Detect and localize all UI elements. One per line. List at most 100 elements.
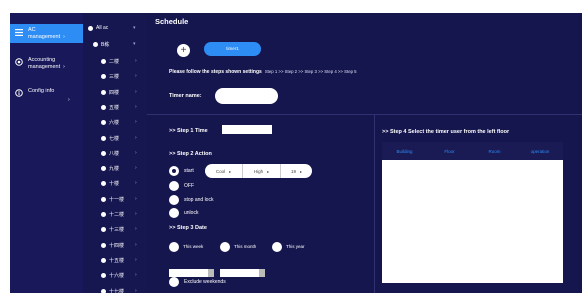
page-title: Schedule — [155, 17, 189, 26]
end-date-input[interactable] — [220, 269, 265, 277]
timer-user-table: Building Floor Room operation — [382, 142, 563, 283]
app-root: AC management › Accounting management › … — [0, 0, 582, 295]
date-this-week-label: This week — [183, 244, 204, 249]
nav-item-accounting[interactable]: Accounting management › — [10, 57, 83, 73]
col-room: Room — [488, 148, 501, 154]
tree-item-building[interactable]: B栋 — [93, 41, 109, 48]
tree-item-floor[interactable]: 十三楼 — [101, 226, 124, 233]
chevron-right-icon[interactable]: › — [135, 196, 137, 202]
tree-dot-icon — [101, 151, 106, 156]
tree-dot-icon — [101, 289, 106, 294]
tree-dot-icon — [101, 197, 106, 202]
tree-item-floor[interactable]: 十一楼 — [101, 196, 124, 203]
tree-dot-icon — [101, 74, 106, 79]
tree-item-floor[interactable]: 八楼 — [101, 150, 119, 157]
tree-item-floor[interactable]: 四楼 — [101, 89, 119, 96]
action-stop-lock-radio[interactable] — [169, 195, 179, 205]
start-settings-group: Cool ▸ High ▸ 19 ▸ — [205, 164, 312, 178]
date-this-year-radio[interactable] — [272, 242, 282, 252]
mode-select[interactable]: Cool ▸ — [205, 164, 243, 178]
tree-item-floor[interactable]: 二楼 — [101, 58, 119, 65]
tree-item-floor[interactable]: 十楼 — [101, 180, 119, 187]
info-icon — [15, 89, 23, 97]
action-start-radio[interactable] — [169, 166, 179, 176]
temp-select[interactable]: 19 ▸ — [281, 164, 312, 178]
chevron-right-icon[interactable]: › — [135, 242, 137, 248]
tree-item-floor[interactable]: 十五楼 — [101, 257, 124, 264]
exclude-weekends-radio[interactable] — [169, 277, 179, 287]
fan-value: High — [253, 168, 264, 174]
date-this-year-label: This year — [286, 244, 305, 249]
chevron-right-icon: › — [63, 34, 65, 40]
chevron-right-icon[interactable]: › — [135, 73, 137, 79]
nav-label-ac: AC management — [28, 27, 61, 40]
tree-item-floor[interactable]: 十六楼 — [101, 272, 124, 279]
tree-label: 十六楼 — [109, 273, 125, 279]
temp-value: 19 — [290, 168, 296, 174]
tree-label: 十四楼 — [109, 243, 125, 249]
tree-label: 十五楼 — [109, 258, 125, 264]
steps-hint: Step 1 >> Step 2 >> Step 3 >> Step 4 >> … — [264, 69, 357, 74]
chevron-down-icon[interactable]: ▾ — [133, 41, 136, 47]
action-off-radio[interactable] — [169, 181, 179, 191]
list-icon — [15, 28, 23, 36]
tree-label: 七楼 — [109, 136, 120, 142]
action-unlock-radio[interactable] — [169, 208, 179, 218]
tree-dot-icon — [101, 227, 106, 232]
add-timer-button[interactable]: + — [177, 44, 190, 57]
nav-item-ac-management[interactable]: AC management › — [10, 24, 83, 43]
chevron-right-icon: › — [68, 97, 70, 103]
chevron-right-icon[interactable]: › — [135, 211, 137, 217]
chevron-right-icon[interactable]: › — [135, 89, 137, 95]
tree-item-floor[interactable]: 十七楼 — [101, 288, 124, 295]
nav-label-accounting: Accounting management — [28, 57, 61, 70]
timer-tab[interactable]: timer1 — [204, 42, 261, 56]
date-this-week-radio[interactable] — [169, 242, 179, 252]
col-building: Building — [396, 148, 413, 154]
chevron-right-icon[interactable]: › — [135, 288, 137, 294]
chevron-down-icon[interactable]: ▾ — [133, 25, 136, 31]
tree-label: 八楼 — [109, 151, 120, 157]
chevron-right-icon[interactable]: › — [135, 226, 137, 232]
instruction-text: Please follow the steps shown settings St… — [169, 69, 357, 75]
nav-item-config-info[interactable]: Config info — [10, 88, 83, 104]
time-input[interactable] — [222, 125, 272, 134]
chevron-right-icon[interactable]: › — [135, 58, 137, 64]
start-date-input[interactable] — [169, 269, 214, 277]
tree-item-floor[interactable]: 三楼 — [101, 73, 119, 80]
tree-item-floor[interactable]: 十四楼 — [101, 242, 124, 249]
caret-right-icon: ▸ — [229, 168, 232, 174]
tree-item-all-ac[interactable]: All ac — [88, 25, 108, 31]
vertical-divider — [374, 114, 375, 293]
tree-dot-icon — [101, 59, 106, 64]
tree-dot-icon — [93, 42, 98, 47]
chevron-right-icon[interactable]: › — [135, 119, 137, 125]
instruction-label: Please follow the steps shown settings — [169, 69, 262, 75]
fan-select[interactable]: High ▸ — [243, 164, 281, 178]
tree-item-floor[interactable]: 六楼 — [101, 119, 119, 126]
tree-label: 十二楼 — [109, 212, 125, 218]
chevron-right-icon[interactable]: › — [135, 272, 137, 278]
tree-item-floor[interactable]: 九楼 — [101, 165, 119, 172]
date-this-month-radio[interactable] — [220, 242, 230, 252]
timer-name-input[interactable] — [215, 88, 278, 104]
caret-right-icon: ▸ — [267, 168, 270, 174]
tree-dot-icon — [101, 243, 106, 248]
chevron-right-icon[interactable]: › — [135, 180, 137, 186]
tree-dot-icon — [101, 212, 106, 217]
col-operation: operation — [530, 148, 550, 154]
tree-dot-icon — [101, 181, 106, 186]
chevron-right-icon[interactable]: › — [135, 257, 137, 263]
chevron-right-icon[interactable]: › — [135, 104, 137, 110]
chevron-right-icon[interactable]: › — [135, 150, 137, 156]
step3-heading: >> Step 3 Date — [169, 225, 207, 231]
chevron-right-icon[interactable]: › — [135, 165, 137, 171]
schedule-panel: Schedule + timer1 Please follow the step… — [147, 13, 582, 293]
step2-heading: >> Step 2 Action — [169, 151, 212, 157]
chevron-right-icon[interactable]: › — [135, 135, 137, 141]
tree-item-floor[interactable]: 七楼 — [101, 135, 119, 142]
tree-dot-icon — [101, 166, 106, 171]
tree-item-floor[interactable]: 五楼 — [101, 104, 119, 111]
table-header: Building Floor Room operation — [382, 142, 563, 160]
tree-item-floor[interactable]: 十二楼 — [101, 211, 124, 218]
